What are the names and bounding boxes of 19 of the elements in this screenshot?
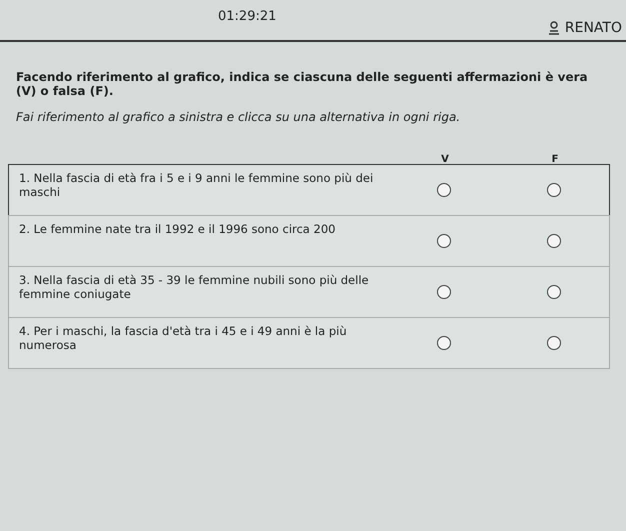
radio-button[interactable] — [547, 336, 561, 350]
statement-text: 4. Per i maschi, la fascia d'età tra i 45 e i 49 anni è la più numerosa — [18, 323, 348, 354]
radio-button[interactable] — [437, 183, 451, 197]
radio-button[interactable] — [547, 183, 561, 197]
radio-button[interactable] — [547, 234, 561, 248]
radio-button[interactable] — [437, 234, 451, 248]
statement-text: 1. Nella fascia di età fra i 5 e i 9 anni le femmine sono più dei maschi — [18, 170, 374, 201]
column-header: F — [550, 153, 560, 165]
question-title: Facendo riferimento al grafico, indica se ciascuna delle seguenti affermazioni è vera (V) o falsa (F). — [16, 70, 589, 98]
timer-text: 01:29:21 — [218, 9, 276, 24]
user-icon — [546, 21, 561, 35]
statement-text: 3. Nella fascia di età 35 - 39 le femmine nubili sono più delle femmine coniugate — [18, 272, 370, 303]
user-name: RENATO — [564, 20, 622, 36]
radio-button[interactable] — [547, 285, 561, 299]
question-hint: Fai riferimento al grafico a sinistra e clicca su una alternativa in ogni riga. — [16, 110, 462, 124]
radio-button[interactable] — [437, 285, 451, 299]
column-header: V — [440, 153, 450, 165]
statement-text: 2. Le femmine nate tra il 1992 e il 1996 sono circa 200 — [18, 221, 336, 238]
radio-button[interactable] — [437, 336, 451, 350]
